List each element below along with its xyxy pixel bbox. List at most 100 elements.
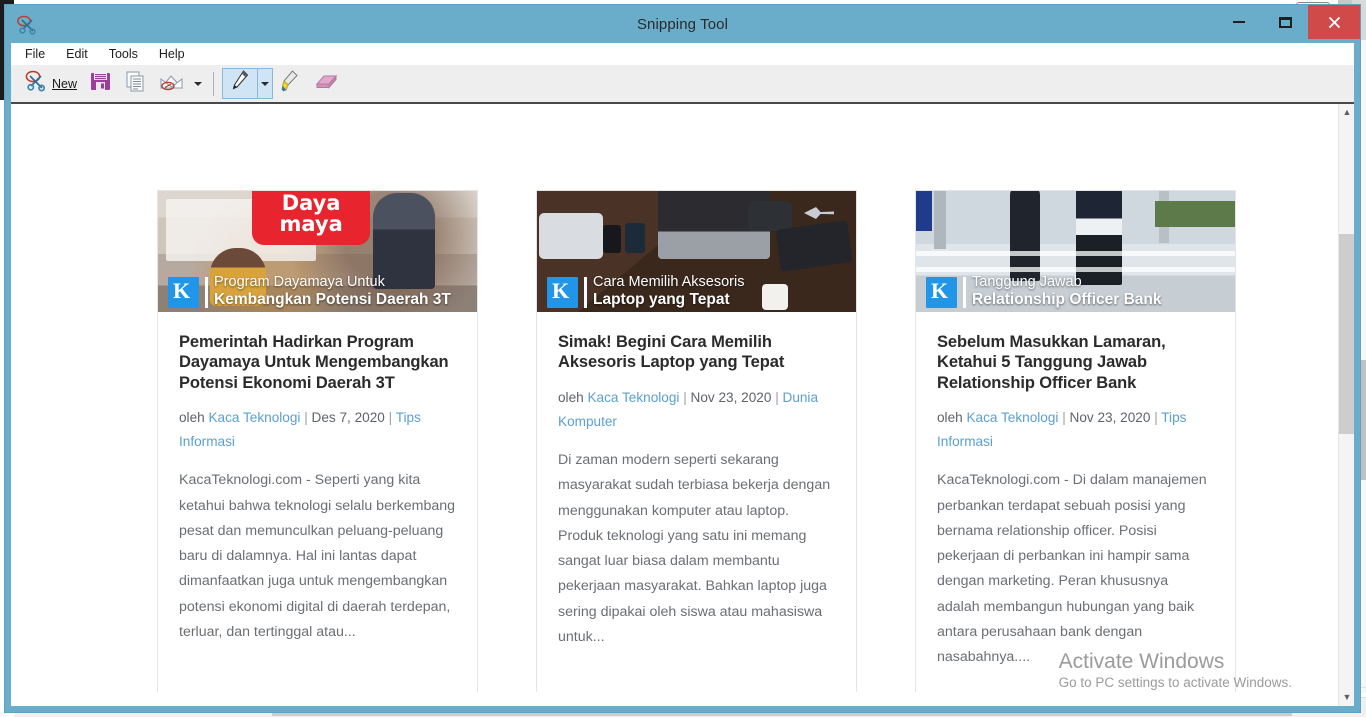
pen-tool-button[interactable]	[222, 68, 259, 99]
thumb-decor-pillar-1	[934, 191, 946, 249]
snipping-tool-window: Snipping Tool File Edit Tools Help New D…	[4, 4, 1361, 713]
thumb-decor-plane	[804, 207, 834, 219]
send-email-button[interactable]	[153, 68, 190, 99]
highlighter-icon	[279, 69, 300, 98]
thumb-decor-graphics-tablet	[775, 220, 853, 272]
new-snip-text: New	[52, 76, 78, 91]
toolbar-separator	[213, 71, 215, 96]
meta-author-link[interactable]: Kaca Teknologi	[966, 410, 1058, 425]
thumb-decor-floor-stripe-2	[916, 267, 1235, 272]
preview-scroll-thumb[interactable]	[1339, 234, 1354, 434]
overlay-caption-line2: Kembangkan Potensi Daerah 3T	[214, 290, 451, 308]
article-meta: oleh Kaca Teknologi | Nov 23, 2020 | Tip…	[937, 406, 1214, 454]
meta-by-label: oleh	[937, 409, 963, 425]
article-meta: oleh Kaca Teknologi | Nov 23, 2020 | Dun…	[558, 386, 835, 434]
save-button[interactable]	[83, 68, 118, 99]
menu-bar: File Edit Tools Help	[11, 43, 1354, 65]
save-floppy-icon	[89, 70, 112, 98]
preview-scroll-down-arrow[interactable]: ▼	[1339, 689, 1354, 706]
meta-separator-2: |	[775, 389, 779, 405]
overlay-caption: Cara Memilih Aksesoris Laptop yang Tepat	[593, 274, 745, 308]
meta-date: Nov 23, 2020	[690, 389, 772, 405]
window-client-area: File Edit Tools Help New Daya maya K Pro…	[11, 43, 1354, 706]
kacateknologi-logo-icon	[547, 277, 578, 308]
article-card[interactable]: Tanggung Jawab Relationship Officer Bank…	[915, 190, 1236, 696]
thumb-decor-floor-stripe-1	[916, 251, 1235, 256]
email-envelope-icon	[159, 70, 184, 98]
thumbnail-overlay: Program Dayamaya Untuk Kembangkan Potens…	[168, 274, 471, 308]
overlay-divider	[205, 277, 208, 308]
dayamaya-logo-badge: Daya maya	[252, 191, 371, 245]
thumb-decor-phone-1	[603, 225, 621, 253]
article-title[interactable]: Sebelum Masukkan Lamaran, Ketahui 5 Tang…	[937, 332, 1214, 393]
meta-separator-2: |	[1154, 409, 1158, 425]
pen-icon	[229, 69, 251, 98]
article-thumbnail[interactable]: Tanggung Jawab Relationship Officer Bank	[916, 191, 1235, 312]
article-thumbnail[interactable]: Daya maya Program Dayamaya Untuk Kembang…	[158, 191, 477, 312]
eraser-icon	[312, 71, 338, 96]
article-title[interactable]: Simak! Begini Cara Memilih Aksesoris Lap…	[558, 332, 835, 373]
meta-date: Nov 23, 2020	[1069, 409, 1151, 425]
pen-dropdown-caret[interactable]	[258, 68, 274, 99]
highlighter-tool-button[interactable]	[273, 68, 306, 99]
article-card[interactable]: Daya maya Program Dayamaya Untuk Kembang…	[157, 190, 478, 696]
scissors-icon	[17, 15, 37, 35]
menu-item-help[interactable]: Help	[159, 47, 185, 61]
article-meta: oleh Kaca Teknologi | Des 7, 2020 | Tips…	[179, 406, 456, 454]
overlay-caption: Tanggung Jawab Relationship Officer Bank	[972, 274, 1161, 308]
kacateknologi-logo-icon	[926, 277, 957, 308]
title-bar[interactable]: Snipping Tool	[5, 5, 1360, 43]
article-excerpt: KacaTeknologi.com - Di dalam manajemen p…	[937, 472, 1207, 666]
meta-by-label: oleh	[179, 409, 205, 425]
new-snip-label: New	[52, 77, 77, 91]
meta-separator-1: |	[1062, 409, 1066, 425]
kacateknologi-logo-icon	[168, 277, 199, 308]
new-snip-button[interactable]: New	[19, 68, 83, 99]
overlay-caption-line2: Laptop yang Tepat	[593, 290, 730, 308]
menu-item-file[interactable]: File	[25, 47, 45, 61]
meta-author-link[interactable]: Kaca Teknologi	[587, 390, 679, 405]
window-controls	[1216, 5, 1360, 39]
article-card-body: Sebelum Masukkan Lamaran, Ketahui 5 Tang…	[916, 312, 1235, 694]
article-title[interactable]: Pemerintah Hadirkan Program Dayamaya Unt…	[179, 332, 456, 393]
new-snip-scissors-icon	[25, 70, 47, 97]
window-title: Snipping Tool	[636, 15, 729, 33]
overlay-divider	[584, 277, 587, 308]
tool-bar: New	[11, 65, 1354, 104]
overlay-caption-line2: Relationship Officer Bank	[972, 290, 1162, 308]
meta-separator-2: |	[388, 409, 393, 425]
copy-button[interactable]	[118, 68, 153, 99]
meta-separator-1: |	[304, 409, 308, 425]
thumb-decor-blue-panel	[916, 191, 932, 231]
overlay-caption-line1: Tanggung Jawab	[972, 274, 1082, 291]
menu-item-tools[interactable]: Tools	[109, 47, 138, 61]
overlay-caption-line1: Cara Memilih Aksesoris	[593, 274, 745, 291]
minimize-button[interactable]	[1216, 5, 1262, 39]
meta-author-link[interactable]: Kaca Teknologi	[208, 410, 300, 425]
snip-preview-area: Daya maya Program Dayamaya Untuk Kembang…	[11, 104, 1354, 706]
article-card[interactable]: Cara Memilih Aksesoris Laptop yang Tepat…	[536, 190, 857, 696]
thumbnail-overlay: Tanggung Jawab Relationship Officer Bank	[926, 274, 1229, 308]
article-card-body: Simak! Begini Cara Memilih Aksesoris Lap…	[537, 312, 856, 674]
article-excerpt: KacaTeknologi.com - Seperti yang kita ke…	[179, 472, 456, 640]
eraser-tool-button[interactable]	[306, 68, 344, 99]
article-card-grid: Daya maya Program Dayamaya Untuk Kembang…	[157, 190, 1236, 696]
overlay-caption: Program Dayamaya Untuk Kembangkan Potens…	[214, 274, 451, 308]
dayamaya-badge-line1: Daya	[281, 191, 341, 215]
preview-vertical-scrollbar[interactable]: ▲ ▼	[1338, 104, 1354, 706]
thumb-decor-bag	[747, 201, 792, 231]
article-thumbnail[interactable]: Cara Memilih Aksesoris Laptop yang Tepat	[537, 191, 856, 312]
overlay-caption-line1: Program Dayamaya Untuk	[214, 274, 385, 291]
captured-webpage: Daya maya Program Dayamaya Untuk Kembang…	[11, 104, 1338, 706]
overlay-divider	[963, 277, 966, 308]
close-button[interactable]	[1308, 5, 1360, 39]
preview-scroll-up-arrow[interactable]: ▲	[1339, 104, 1354, 121]
thumbnail-overlay: Cara Memilih Aksesoris Laptop yang Tepat	[547, 274, 850, 308]
thumb-decor-tablet	[539, 213, 603, 259]
content-bottom-spacer	[11, 692, 1322, 706]
menu-item-edit[interactable]: Edit	[66, 47, 88, 61]
meta-by-label: oleh	[558, 389, 584, 405]
email-dropdown-caret[interactable]	[190, 68, 205, 99]
maximize-button[interactable]	[1262, 5, 1308, 39]
article-card-body: Pemerintah Hadirkan Program Dayamaya Unt…	[158, 312, 477, 669]
